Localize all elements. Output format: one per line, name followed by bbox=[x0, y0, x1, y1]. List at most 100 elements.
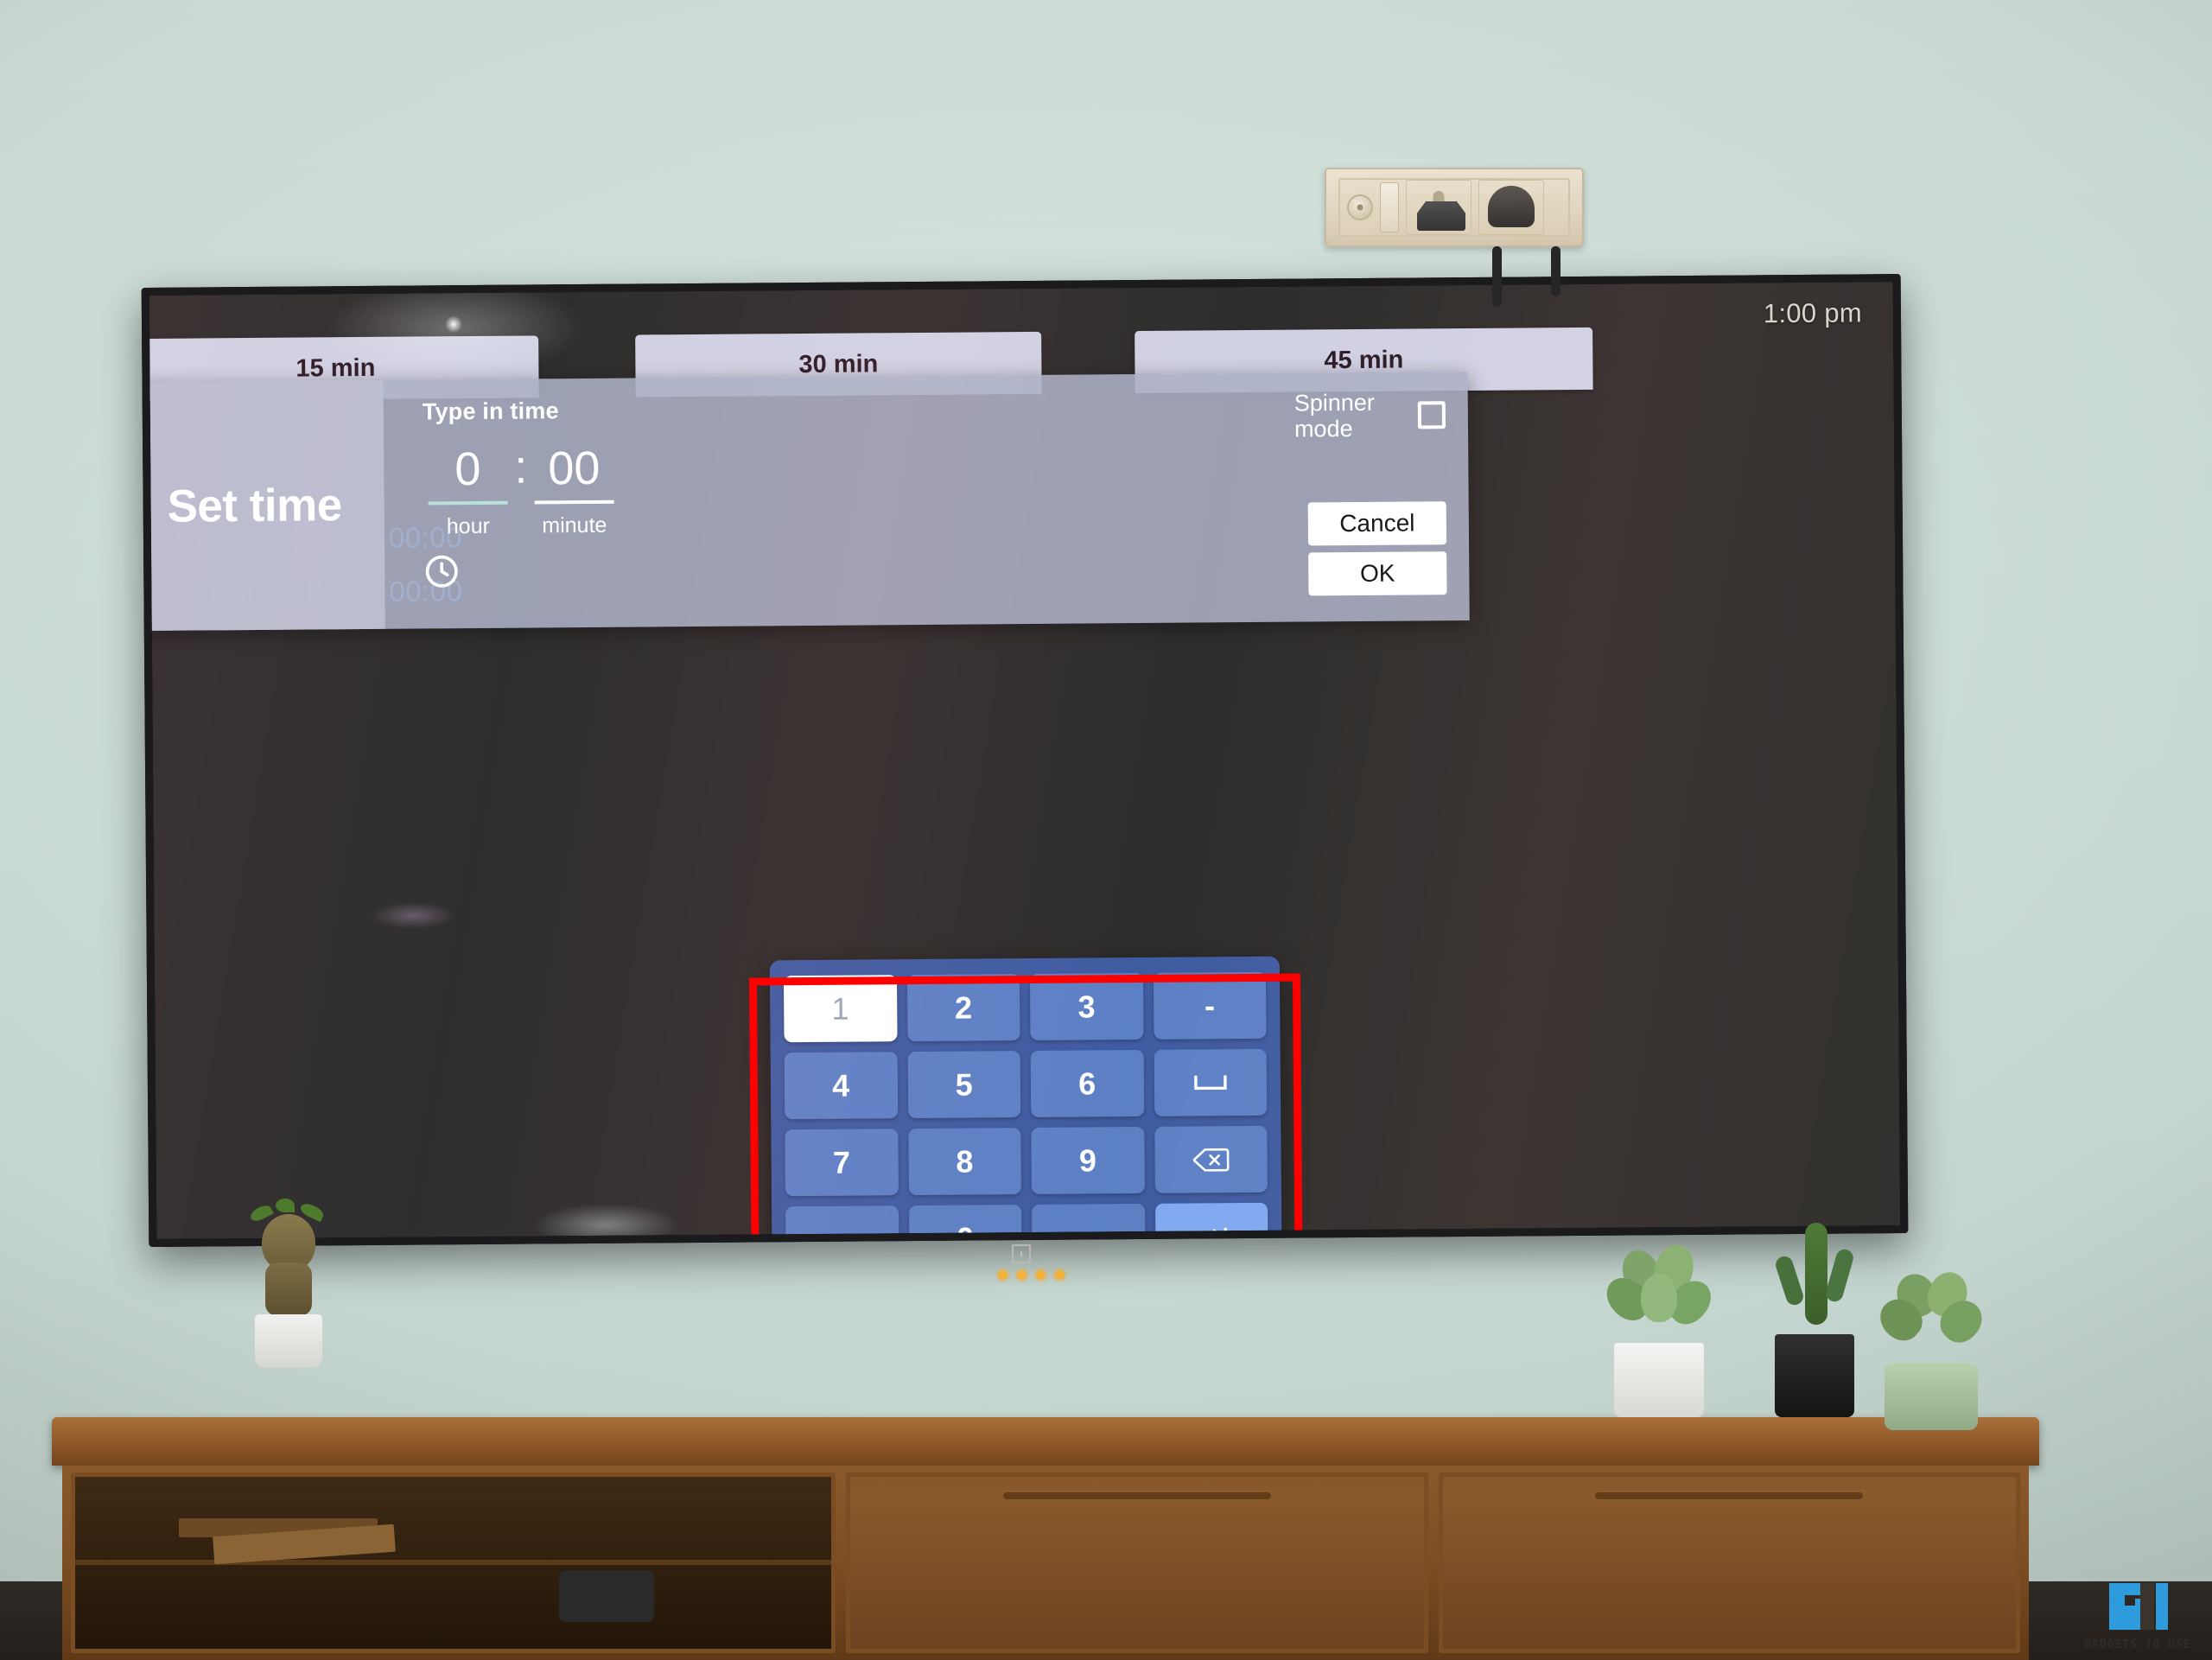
key-4[interactable]: 4 bbox=[784, 1052, 898, 1120]
cabinet-drawer-2[interactable] bbox=[1438, 1472, 2020, 1653]
tv-brand-badge: ı bbox=[1012, 1244, 1031, 1263]
power-outlet-left bbox=[1406, 180, 1471, 235]
plug-right-icon bbox=[1488, 186, 1535, 227]
hour-underline bbox=[428, 500, 508, 506]
type-in-time-label: Type in time bbox=[422, 398, 559, 425]
cabinet-open-shelf bbox=[71, 1472, 836, 1653]
groot-body bbox=[265, 1262, 312, 1316]
key-minus-label: - bbox=[1204, 987, 1216, 1023]
key-minus[interactable]: - bbox=[1153, 971, 1267, 1040]
key-9-label: 9 bbox=[1078, 1142, 1097, 1179]
key-space[interactable] bbox=[1154, 1048, 1268, 1116]
ok-button-label: OK bbox=[1359, 559, 1395, 587]
tv-screen: 1:00 pm 15 min 30 min 45 min Set time Ty… bbox=[149, 282, 1901, 1239]
tab-30-min-label: 30 min bbox=[798, 349, 879, 378]
set-time-title: Set time bbox=[167, 479, 342, 532]
set-time-dialog: Set time Type in time 0 hour : 00 minute… bbox=[149, 371, 1470, 632]
cactus-stem bbox=[1805, 1223, 1827, 1325]
shelf-item bbox=[559, 1570, 654, 1622]
key-9[interactable]: 9 bbox=[1031, 1126, 1145, 1194]
wall-socket-plate bbox=[1325, 168, 1584, 247]
plant-succulent-2 bbox=[1872, 1267, 1991, 1430]
tv-led bbox=[998, 1270, 1007, 1280]
plug-cord-left bbox=[1492, 246, 1502, 307]
cancel-button-label: Cancel bbox=[1339, 509, 1415, 537]
key-backspace[interactable] bbox=[1154, 1125, 1268, 1193]
tv-led bbox=[1055, 1270, 1065, 1280]
backspace-icon bbox=[1192, 1147, 1230, 1173]
key-0[interactable]: 0 bbox=[908, 1205, 1022, 1239]
socket-inner bbox=[1338, 178, 1570, 237]
time-input-group: 0 hour : 00 minute bbox=[423, 436, 1445, 539]
key-8-label: 8 bbox=[956, 1142, 974, 1180]
television: 1:00 pm 15 min 30 min 45 min Set time Ty… bbox=[141, 274, 1909, 1247]
key-1[interactable]: 1 bbox=[783, 975, 898, 1043]
key-4-label: 4 bbox=[832, 1067, 850, 1103]
key-2[interactable]: 2 bbox=[906, 974, 1020, 1042]
key-5[interactable]: 5 bbox=[907, 1051, 1021, 1119]
key-8[interactable]: 8 bbox=[907, 1128, 1021, 1196]
cactus-arm-left bbox=[1773, 1254, 1806, 1307]
coax-socket-icon bbox=[1347, 194, 1373, 220]
spinner-mode-label: Spinner mode bbox=[1294, 389, 1375, 442]
key-tab-next[interactable] bbox=[1154, 1202, 1268, 1239]
minute-value: 00 bbox=[548, 442, 601, 495]
key-3[interactable]: 3 bbox=[1029, 972, 1144, 1040]
status-clock: 1:00 pm bbox=[1763, 297, 1863, 329]
set-time-dialog-header: Set time bbox=[149, 379, 385, 632]
plug-left-icon bbox=[1417, 201, 1465, 231]
hour-label: hour bbox=[446, 513, 490, 539]
cactus-arm-right bbox=[1823, 1247, 1856, 1304]
drawer-handle[interactable] bbox=[1595, 1492, 1864, 1499]
tv-brand-badge-label: ı bbox=[1020, 1249, 1023, 1259]
spinner-mode-checkbox[interactable] bbox=[1417, 401, 1446, 429]
minute-input[interactable]: 00 minute bbox=[529, 442, 620, 539]
cabinet-body bbox=[62, 1466, 2029, 1660]
shelf-divider bbox=[75, 1560, 831, 1565]
plant-pot bbox=[1775, 1334, 1854, 1417]
tv-led bbox=[1036, 1270, 1046, 1280]
minute-label: minute bbox=[542, 512, 607, 538]
key-3-label: 3 bbox=[1077, 988, 1096, 1025]
numeric-keypad-grid: 1 2 3 - 4 5 6 7 8 9 . 0 , bbox=[783, 971, 1268, 1239]
plant-cactus bbox=[1767, 1223, 1862, 1417]
cabinet-drawer-1[interactable] bbox=[846, 1472, 1428, 1653]
tv-bezel: 1:00 pm 15 min 30 min 45 min Set time Ty… bbox=[141, 274, 1909, 1247]
key-period[interactable]: . bbox=[785, 1205, 899, 1239]
minute-underline bbox=[534, 499, 614, 505]
wall-switch[interactable] bbox=[1380, 182, 1399, 232]
time-colon-separator: : bbox=[514, 441, 528, 493]
plant-pot bbox=[1885, 1363, 1978, 1430]
watermark-text: GADGETS TO USE bbox=[2084, 1638, 2191, 1651]
key-comma-label: , bbox=[1084, 1218, 1093, 1239]
key-1-label: 1 bbox=[831, 990, 849, 1027]
plug-cord-right bbox=[1551, 246, 1560, 296]
key-6-label: 6 bbox=[1078, 1065, 1096, 1102]
cabinet-top bbox=[52, 1417, 2039, 1466]
plant-pot bbox=[1614, 1343, 1704, 1417]
key-6[interactable]: 6 bbox=[1030, 1049, 1144, 1117]
tab-15-min-label: 15 min bbox=[296, 353, 376, 383]
key-comma[interactable]: , bbox=[1032, 1203, 1146, 1239]
room-scene: 1:00 pm 15 min 30 min 45 min Set time Ty… bbox=[0, 0, 2212, 1660]
watermark: GADGETS TO USE bbox=[2077, 1576, 2198, 1651]
power-outlet-right bbox=[1478, 180, 1544, 235]
key-7-label: 7 bbox=[832, 1144, 851, 1180]
tab-45-min-label: 45 min bbox=[1324, 346, 1404, 374]
drawer-handle[interactable] bbox=[1002, 1492, 1271, 1499]
spinner-mode-control[interactable]: Spinner mode bbox=[1294, 389, 1446, 442]
tv-indicator-leds bbox=[998, 1270, 1065, 1280]
tv-cabinet bbox=[52, 1417, 2039, 1660]
key-period-label: . bbox=[837, 1221, 847, 1239]
set-time-dialog-buttons: Cancel OK bbox=[1307, 501, 1447, 596]
key-2-label: 2 bbox=[954, 989, 973, 1026]
ok-button[interactable]: OK bbox=[1308, 551, 1447, 596]
clock-icon[interactable] bbox=[424, 554, 459, 593]
gadgets-to-use-logo-icon bbox=[2106, 1576, 2170, 1637]
plant-succulent-1 bbox=[1598, 1240, 1719, 1417]
hour-value: 0 bbox=[454, 442, 481, 496]
cancel-button[interactable]: Cancel bbox=[1307, 501, 1447, 546]
groot-figurine bbox=[246, 1199, 333, 1378]
key-7[interactable]: 7 bbox=[785, 1129, 899, 1197]
hour-input[interactable]: 0 hour bbox=[423, 442, 513, 540]
